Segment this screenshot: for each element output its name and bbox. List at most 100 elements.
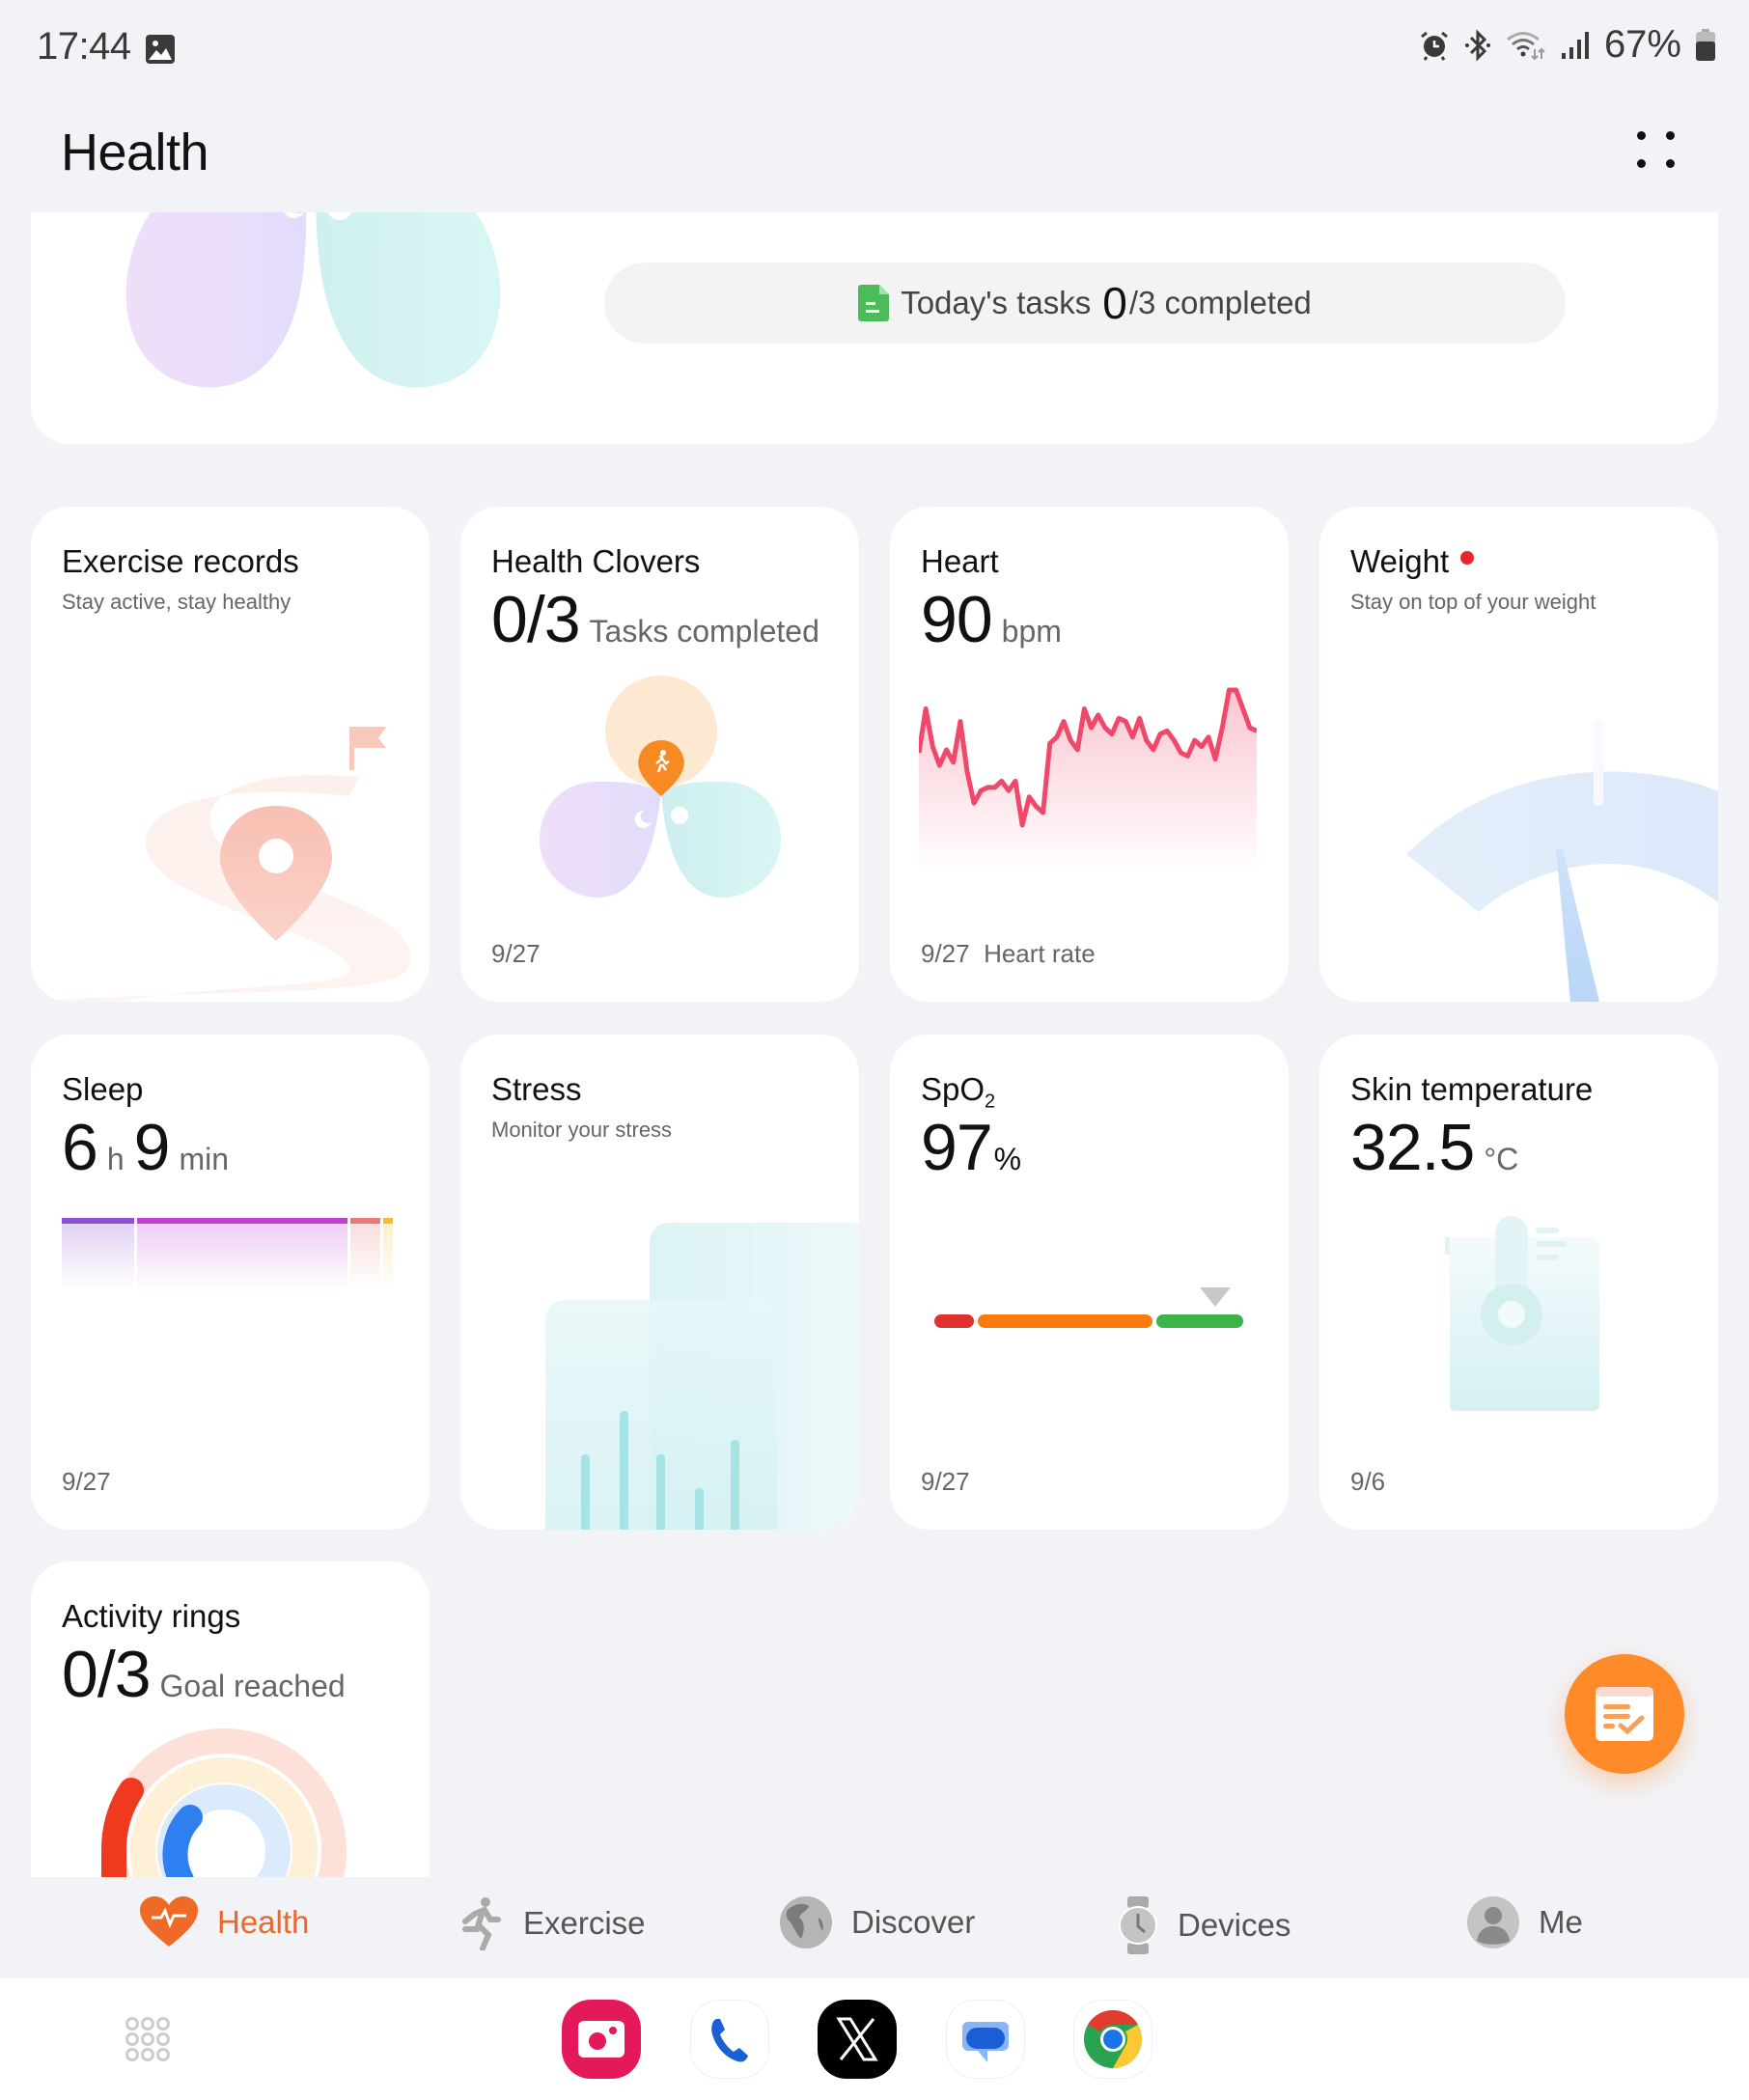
thermometer-icon — [1445, 1216, 1599, 1411]
spo2-range-bar — [934, 1314, 1243, 1328]
spo2-value: 97 — [921, 1111, 993, 1184]
clover-illustration — [125, 212, 501, 388]
tab-exercise[interactable]: Exercise — [454, 1896, 646, 1950]
battery-percent: 67% — [1603, 23, 1681, 66]
scale-gauge-illustration — [1406, 719, 1718, 1002]
card-date-label: Heart rate — [984, 939, 1096, 968]
card-title-row: Weight — [1350, 543, 1475, 580]
wifi-icon — [1506, 31, 1545, 60]
ring-stand-progress — [162, 1805, 203, 1877]
card-date: 9/27 — [491, 939, 541, 968]
health-clovers-card[interactable]: Health Clovers 0/3 Tasks completed 9/27 — [460, 507, 859, 1002]
sleep-card[interactable]: Sleep 6 h 9 min 9/27 — [31, 1035, 430, 1530]
todays-tasks-button[interactable]: Today's tasks 0 /3 completed — [604, 262, 1566, 344]
weight-card[interactable]: Weight Stay on top of your weight — [1319, 507, 1718, 1002]
tab-label: Exercise — [523, 1905, 646, 1941]
sleep-stage-chart — [62, 1218, 400, 1290]
activity-rings-card[interactable]: Activity rings 0/3 Goal reached — [31, 1561, 430, 1877]
sleep-minutes-unit: min — [179, 1142, 230, 1176]
spo2-marker — [1200, 1287, 1232, 1307]
card-title: Exercise records — [62, 543, 299, 579]
heart-unit: bpm — [1001, 614, 1062, 649]
heart-card[interactable]: Heart 90 bpm 9/27 Heart rate — [890, 507, 1289, 1002]
clover-illustration — [540, 676, 781, 898]
more-grid-icon[interactable] — [1631, 125, 1683, 176]
card-subtitle: Stay active, stay healthy — [62, 590, 292, 614]
messages-icon — [962, 2022, 1009, 2062]
sleep-stage-awake — [382, 1218, 394, 1290]
smile-icon — [671, 807, 688, 824]
clovers-unit: Tasks completed — [589, 614, 819, 649]
card-title-row: SpO2 — [921, 1071, 995, 1114]
spo2-segment-normal — [1155, 1314, 1243, 1328]
spo2-unit: % — [993, 1142, 1022, 1176]
card-value-row: 90 bpm — [921, 582, 1062, 657]
globe-icon — [780, 1896, 832, 1948]
app-drawer-icon — [125, 2017, 170, 2061]
heart-pulse-icon — [140, 1896, 198, 1947]
card-value-row: 0/3 Tasks completed — [491, 582, 819, 657]
alert-dot — [1460, 551, 1475, 565]
card-date: 9/27 — [921, 939, 970, 968]
spo2-segment-medium — [977, 1314, 1152, 1328]
tab-me[interactable]: Me — [1467, 1896, 1583, 1948]
card-title: Stress — [491, 1071, 582, 1107]
running-icon — [462, 1897, 501, 1950]
status-time: 17:44 — [37, 25, 131, 68]
heart-value: 90 — [921, 583, 993, 656]
tab-health[interactable]: Health — [140, 1896, 309, 1948]
dock — [0, 1978, 1749, 2100]
person-icon — [1467, 1896, 1519, 1948]
camera-app-button[interactable] — [562, 2000, 641, 2079]
phone-app-button[interactable] — [690, 2000, 769, 2079]
card-title: Activity rings — [62, 1598, 241, 1634]
status-icons: 67% — [1419, 23, 1716, 67]
battery-icon — [1696, 28, 1715, 61]
tasks-label: Today's tasks — [901, 285, 1092, 320]
task-document-icon — [858, 285, 890, 321]
card-title: SpO — [921, 1071, 986, 1107]
route-illustration — [31, 727, 410, 1002]
sleep-minutes: 9 — [133, 1111, 171, 1184]
card-date: 9/27 — [921, 1467, 970, 1496]
chrome-icon — [1084, 2010, 1143, 2068]
gallery-icon — [146, 35, 175, 64]
app-drawer-button[interactable] — [108, 2000, 187, 2079]
spo2-segment-low — [934, 1314, 974, 1328]
tasks-total: /3 completed — [1128, 285, 1312, 320]
tab-discover[interactable]: Discover — [780, 1896, 975, 1948]
tab-devices[interactable]: Devices — [1118, 1896, 1291, 1954]
card-title: Sleep — [62, 1071, 144, 1107]
sleep-hours: 6 — [62, 1111, 98, 1184]
card-value-row: 32.5 °C — [1350, 1110, 1518, 1185]
clovers-value: 0/3 — [491, 583, 581, 656]
skin-temp-value: 32.5 — [1350, 1111, 1475, 1184]
sleep-hours-unit: h — [106, 1142, 125, 1176]
card-value-row: 6 h 9 min — [62, 1110, 229, 1185]
x-app-button[interactable] — [818, 2000, 897, 2079]
card-date: 9/27 — [62, 1467, 111, 1496]
camera-icon — [578, 2021, 625, 2058]
chrome-app-button[interactable] — [1073, 2000, 1152, 2079]
skin-temperature-card[interactable]: Skin temperature 32.5 °C 9/6 — [1319, 1035, 1718, 1530]
stress-card[interactable]: Stress Monitor your stress — [460, 1035, 859, 1530]
card-title: Skin temperature — [1350, 1071, 1594, 1107]
card-value-row: 0/3 Goal reached — [62, 1637, 346, 1712]
task-checklist-button[interactable] — [1565, 1654, 1684, 1774]
activity-value: 0/3 — [62, 1638, 152, 1711]
tab-label: Devices — [1178, 1907, 1291, 1943]
card-title: Health Clovers — [491, 543, 701, 579]
ring-move-progress — [101, 1778, 144, 1877]
signal-icon — [1561, 31, 1589, 59]
activity-unit: Goal reached — [159, 1669, 346, 1703]
sleep-stage-rem — [350, 1218, 380, 1290]
sleep-stage-deep — [62, 1218, 135, 1290]
exercise-records-card[interactable]: Exercise records Stay active, stay healt… — [31, 507, 430, 1002]
x-icon — [836, 2017, 878, 2061]
spo2-card[interactable]: SpO2 97 % 9/27 — [890, 1035, 1289, 1530]
activity-rings-chart — [101, 1728, 347, 1877]
skin-temp-unit: °C — [1484, 1142, 1519, 1176]
card-title: Heart — [921, 543, 999, 579]
messages-app-button[interactable] — [946, 2000, 1025, 2079]
tasks-done-count: 0 — [1102, 278, 1127, 328]
